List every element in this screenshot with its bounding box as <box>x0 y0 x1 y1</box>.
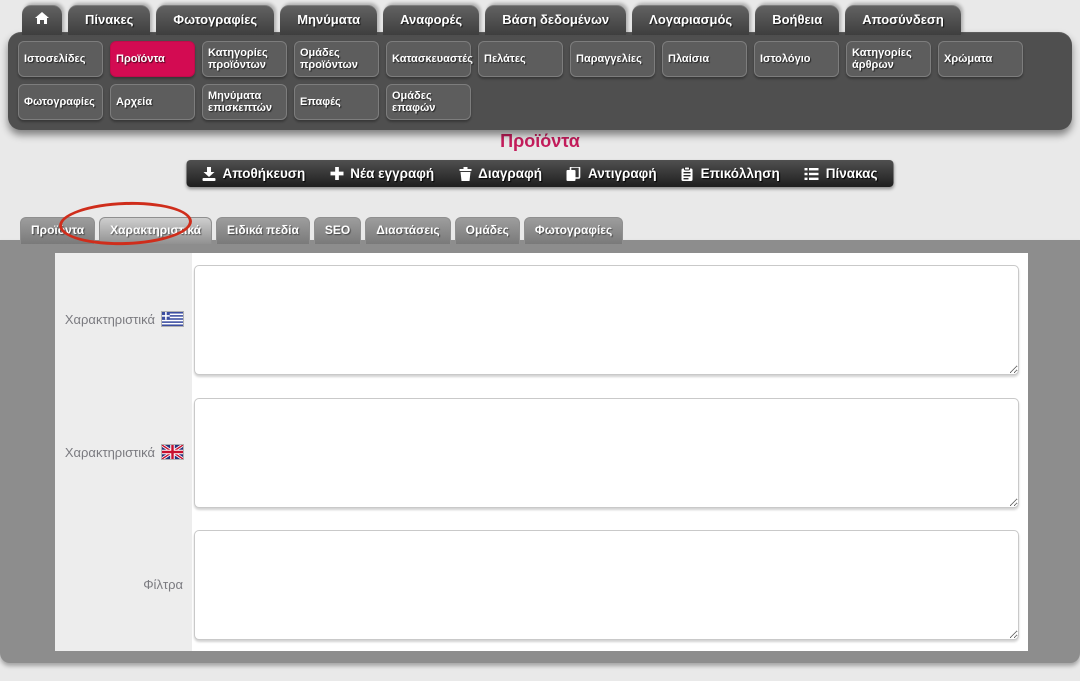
menu-item-orders[interactable]: Παραγγελίες <box>570 41 655 77</box>
new-record-button[interactable]: Νέα εγγραφή <box>330 166 434 181</box>
menu-item-contact-groups[interactable]: Ομάδες επαφών <box>386 84 471 120</box>
content-area: Χαρακτηριστικά Χαρακτηριστικά Φίλτρα <box>0 240 1080 663</box>
paste-button-label: Επικόλληση <box>700 166 780 181</box>
table-icon <box>804 167 819 180</box>
tab-photos[interactable]: Φωτογραφίες <box>523 217 624 244</box>
nav-tab-database[interactable]: Βάση δεδομένων <box>485 5 627 35</box>
characteristics-el-label: Χαρακτηριστικά <box>64 311 155 327</box>
filters-label: Φίλτρα <box>143 577 183 593</box>
nav-tab-photos[interactable]: Φωτογραφίες <box>156 5 275 35</box>
characteristics-el-textarea[interactable] <box>194 265 1019 375</box>
save-button[interactable]: Αποθήκευση <box>202 166 306 181</box>
form-row-characteristics-en: Χαρακτηριστικά <box>55 385 1028 519</box>
nav-tab-logout[interactable]: Αποσύνδεση <box>845 5 961 35</box>
tab-groups[interactable]: Ομάδες <box>454 217 520 244</box>
menu-item-frames[interactable]: Πλαίσια <box>662 41 747 77</box>
characteristics-el-label-cell: Χαρακτηριστικά <box>55 253 192 386</box>
characteristics-form: Χαρακτηριστικά Χαρακτηριστικά Φίλτρα <box>55 253 1028 652</box>
menu-item-photos[interactable]: Φωτογραφίες <box>18 84 103 120</box>
tab-characteristics[interactable]: Χαρακτηριστικά <box>99 217 213 244</box>
filters-input-cell <box>192 518 1028 651</box>
filters-label-cell: Φίλτρα <box>55 518 192 652</box>
new-record-button-label: Νέα εγγραφή <box>350 166 435 181</box>
table-button[interactable]: Πίνακας <box>804 166 878 181</box>
tab-dimensions[interactable]: Διαστάσεις <box>365 217 451 244</box>
new-record-icon <box>330 167 344 180</box>
delete-icon <box>459 166 472 181</box>
menu-item-blog[interactable]: Ιστολόγιο <box>754 41 839 77</box>
nav-tab-help[interactable]: Βοήθεια <box>755 5 840 35</box>
characteristics-en-label: Χαρακτηριστικά <box>64 444 155 460</box>
nav-tab-reports[interactable]: Αναφορές <box>383 5 480 35</box>
menu-item-manufacturers[interactable]: Κατασκευαστές <box>386 41 473 77</box>
home-icon <box>35 12 49 27</box>
product-detail-tabs: Προϊόντα Χαρακτηριστικά Ειδικά πεδία SEO… <box>20 217 624 244</box>
copy-button[interactable]: Αντιγραφή <box>566 166 657 181</box>
save-button-label: Αποθήκευση <box>222 166 306 181</box>
paste-button[interactable]: Επικόλληση <box>681 166 780 181</box>
menu-row-1: Ιστοσελίδες Προϊόντα Κατηγορίες προϊόντω… <box>18 41 1072 77</box>
filters-textarea[interactable] <box>194 530 1019 641</box>
menu-item-article-categories[interactable]: Κατηγορίες άρθρων <box>846 41 931 77</box>
tab-products[interactable]: Προϊόντα <box>20 217 96 244</box>
page-title: Προϊόντα <box>500 131 580 151</box>
tab-custom-fields[interactable]: Ειδικά πεδία <box>216 217 310 244</box>
characteristics-en-input-cell <box>192 386 1028 519</box>
characteristics-en-label-cell: Χαρακτηριστικά <box>55 385 192 519</box>
form-row-characteristics-el: Χαρακτηριστικά <box>55 253 1028 386</box>
characteristics-el-input-cell <box>192 253 1028 386</box>
menu-item-websites[interactable]: Ιστοσελίδες <box>18 41 103 77</box>
copy-icon <box>566 166 581 181</box>
menu-item-product-categories[interactable]: Κατηγορίες προϊόντων <box>202 41 287 77</box>
menu-row-2: Φωτογραφίες Αρχεία Μηνύματα επισκεπτών Ε… <box>18 84 1072 120</box>
table-button-label: Πίνακας <box>825 166 878 181</box>
copy-button-label: Αντιγραφή <box>587 166 657 181</box>
uk-flag-icon <box>162 445 183 459</box>
menu-item-products[interactable]: Προϊόντα <box>110 41 195 77</box>
menu-item-files[interactable]: Αρχεία <box>110 84 195 120</box>
characteristics-en-textarea[interactable] <box>194 397 1019 508</box>
greek-flag-icon <box>162 312 183 327</box>
top-nav: Πίνακες Φωτογραφίες Μηνύματα Αναφορές Βά… <box>22 5 961 35</box>
save-icon <box>202 166 216 181</box>
nav-tab-tables[interactable]: Πίνακες <box>68 5 151 35</box>
menu-item-visitor-messages[interactable]: Μηνύματα επισκεπτών <box>202 84 287 120</box>
menu-item-customers[interactable]: Πελάτες <box>478 41 563 77</box>
delete-button[interactable]: Διαγραφή <box>459 166 542 181</box>
delete-button-label: Διαγραφή <box>478 166 542 181</box>
menu-item-contacts[interactable]: Επαφές <box>294 84 379 120</box>
nav-tab-account[interactable]: Λογαριασμός <box>632 5 750 35</box>
tab-seo[interactable]: SEO <box>313 217 362 244</box>
paste-icon <box>681 166 694 181</box>
menu-item-product-groups[interactable]: Ομάδες προϊόντων <box>294 41 379 77</box>
record-toolbar: Αποθήκευση Νέα εγγραφή Διαγραφή Αντιγραφ… <box>186 160 894 187</box>
menu-item-colors[interactable]: Χρώματα <box>938 41 1023 77</box>
nav-tab-messages[interactable]: Μηνύματα <box>280 5 378 35</box>
tables-menu-panel: Ιστοσελίδες Προϊόντα Κατηγορίες προϊόντω… <box>8 32 1072 130</box>
form-row-filters: Φίλτρα <box>55 518 1028 652</box>
nav-tab-home[interactable] <box>22 5 62 35</box>
